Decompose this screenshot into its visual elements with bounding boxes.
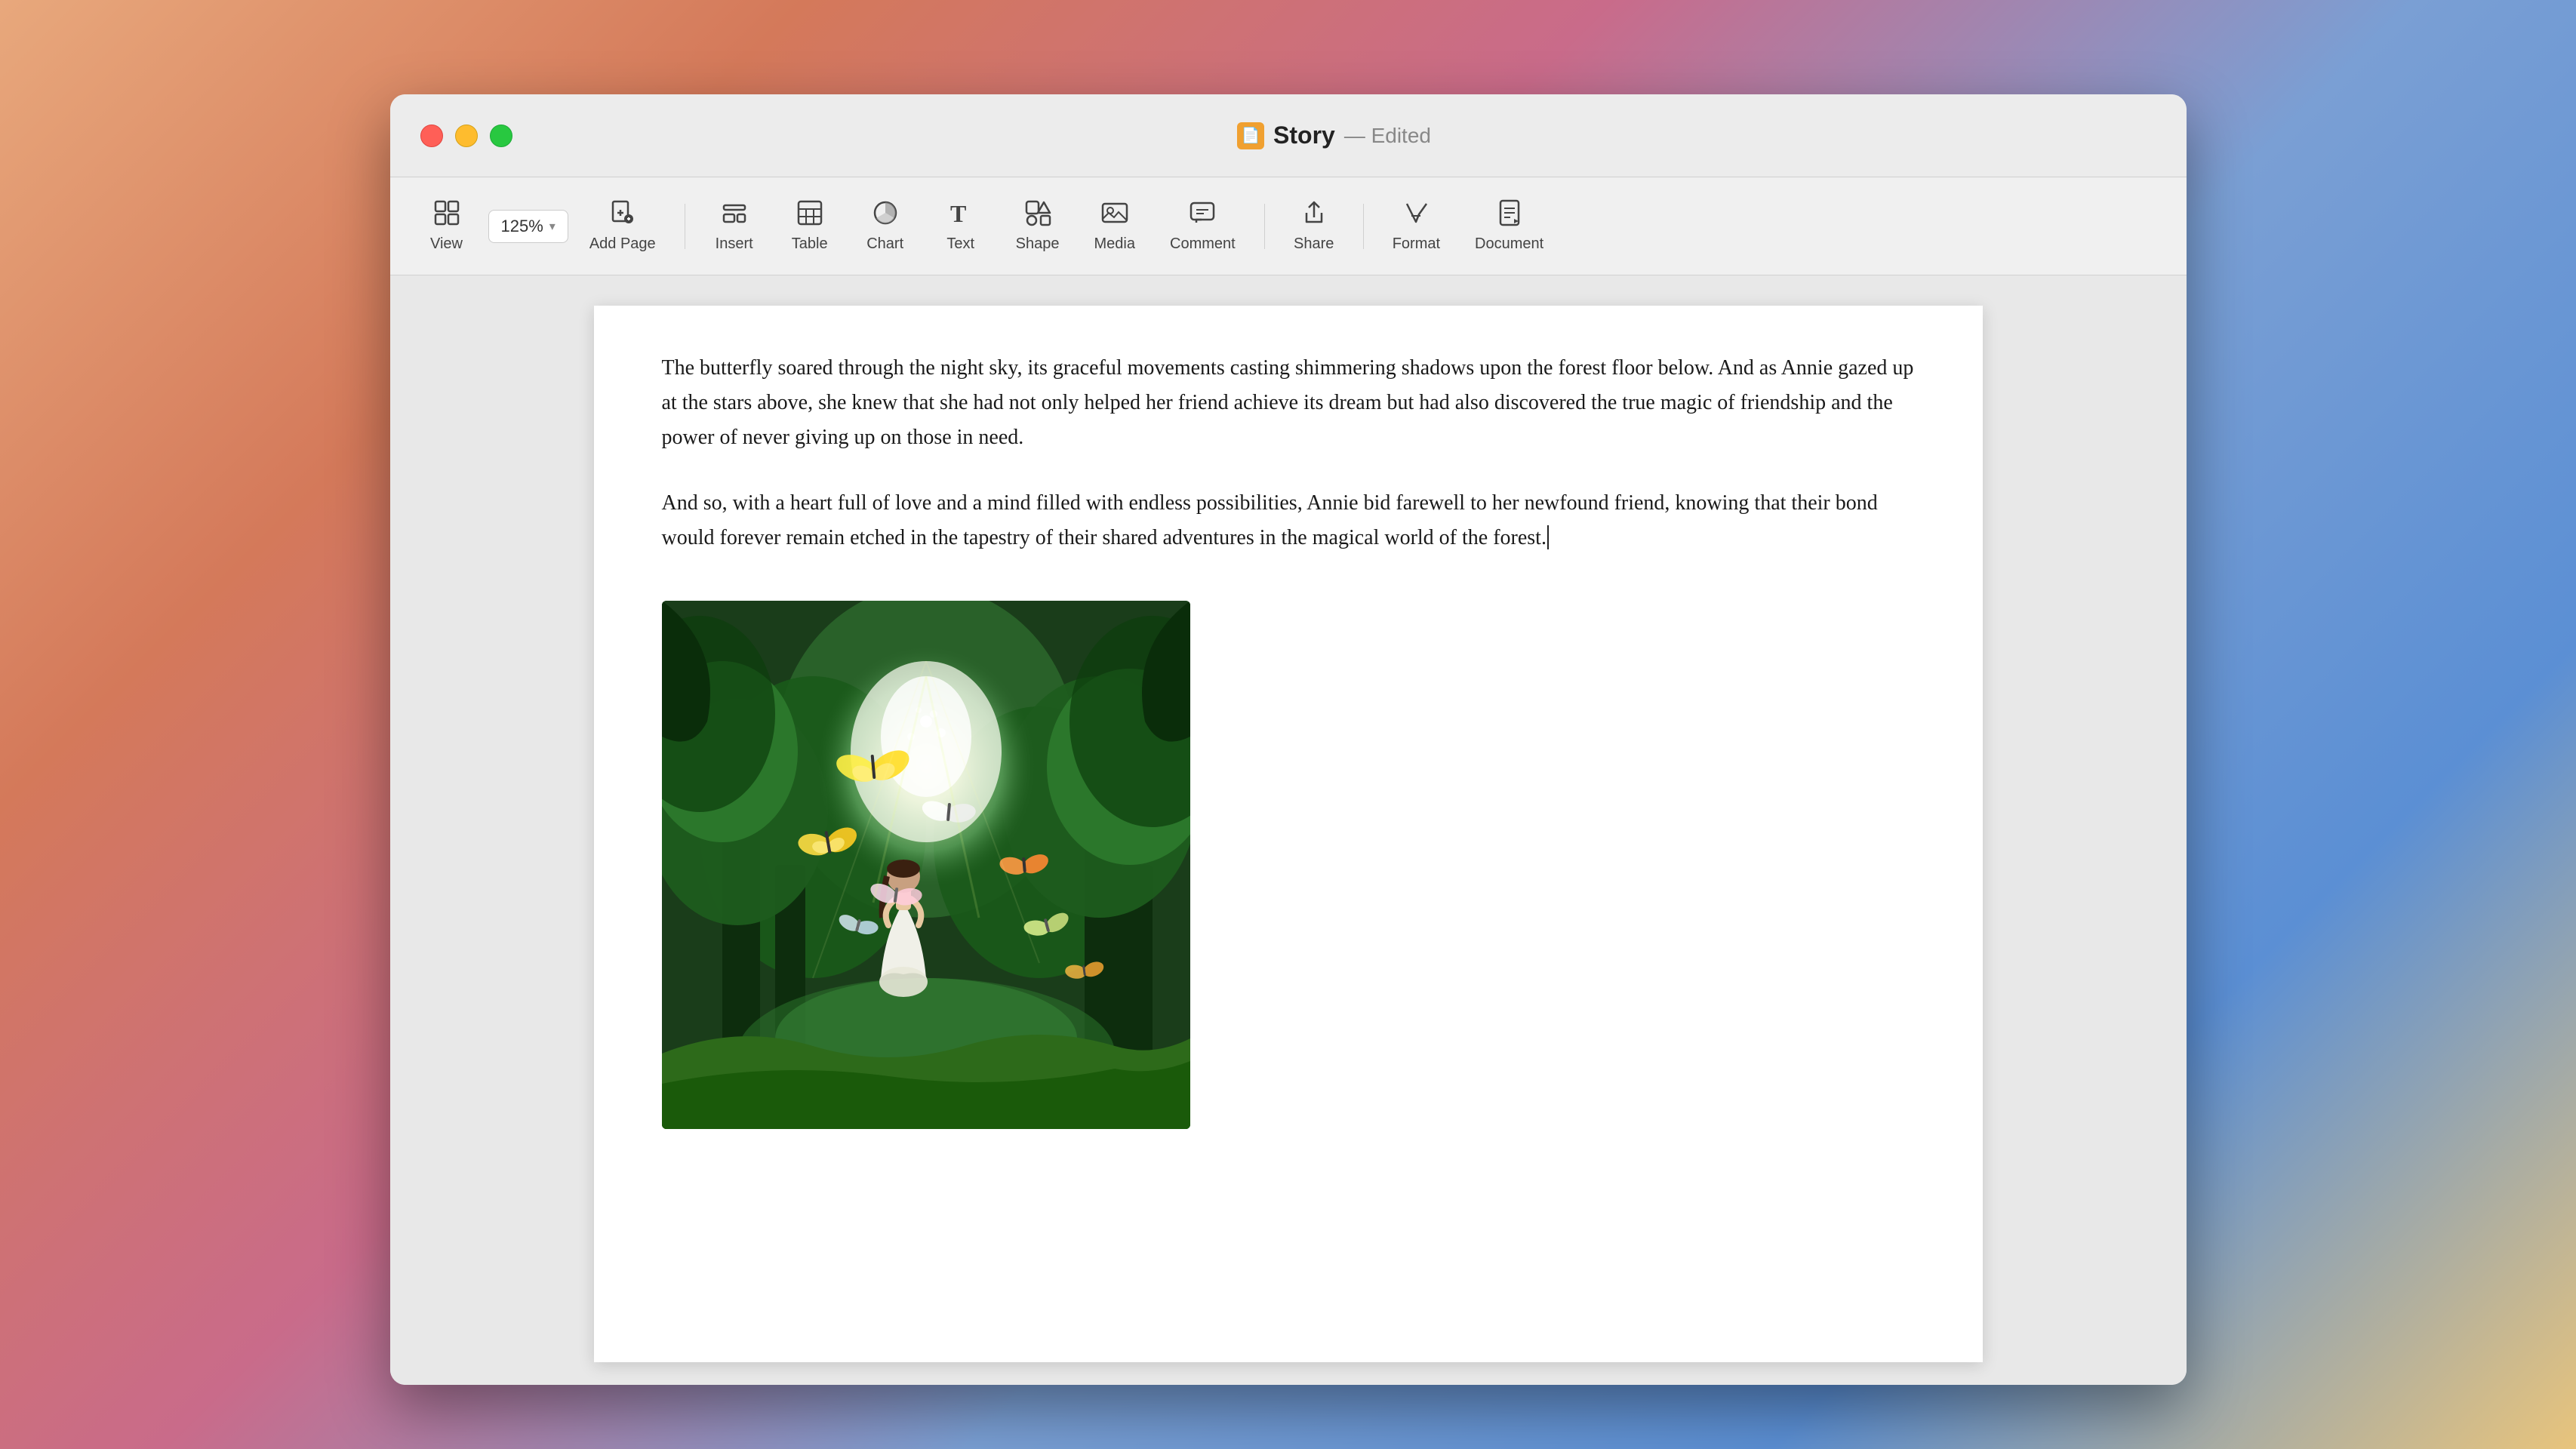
toolbar-text[interactable]: T Text [927,192,995,260]
chart-icon [872,199,899,231]
paragraph-2[interactable]: And so, with a heart full of love and a … [662,486,1915,555]
divider-3 [1363,204,1364,249]
traffic-lights [420,125,512,147]
shape-label: Shape [1016,235,1060,253]
paragraph-1[interactable]: The butterfly soared through the night s… [662,351,1915,456]
share-icon [1300,199,1328,231]
text-label: Text [946,235,974,253]
comment-icon [1189,199,1216,231]
minimize-button[interactable] [455,125,478,147]
view-icon [433,199,460,231]
toolbar-chart[interactable]: Chart [851,192,919,260]
format-icon [1402,199,1430,231]
insert-icon [721,199,748,231]
story-image-container[interactable] [662,601,1190,1129]
zoom-control[interactable]: 125% ▾ [488,210,568,243]
media-icon [1101,199,1128,231]
toolbar-insert[interactable]: Insert [700,192,768,260]
zoom-dropdown-icon: ▾ [549,219,556,234]
fullscreen-button[interactable] [490,125,512,147]
document-label: Document [1475,235,1543,253]
add-page-icon [609,199,636,231]
title-area: 📄 Story — Edited [512,122,2156,149]
toolbar-media[interactable]: Media [1081,192,1149,260]
media-label: Media [1094,235,1135,253]
insert-label: Insert [716,235,753,253]
toolbar-share[interactable]: Share [1280,192,1348,260]
text-cursor [1547,525,1549,549]
format-label: Format [1393,235,1440,253]
toolbar-table[interactable]: Table [776,192,844,260]
toolbar-document[interactable]: Document [1461,192,1557,260]
toolbar-comment[interactable]: Comment [1156,192,1249,260]
comment-label: Comment [1170,235,1236,253]
document-page[interactable]: The butterfly soared through the night s… [594,306,1983,1362]
table-label: Table [792,235,828,253]
document-title: Story [1273,122,1335,149]
toolbar-format[interactable]: Format [1379,192,1454,260]
document-toolbar-icon [1496,199,1523,231]
chart-label: Chart [866,235,903,253]
document-icon: 📄 [1237,122,1264,149]
edited-status: — Edited [1344,124,1431,148]
svg-text:T: T [950,200,966,226]
toolbar-view[interactable]: View [413,192,481,260]
add-page-label: Add Page [589,235,656,253]
application-window: 📄 Story — Edited View 125% ▾ [390,94,2187,1385]
toolbar-shape[interactable]: Shape [1002,192,1073,260]
toolbar-add-page[interactable]: Add Page [576,192,669,260]
close-button[interactable] [420,125,443,147]
content-area[interactable]: The butterfly soared through the night s… [390,275,2187,1385]
story-image [662,601,1190,1129]
view-label: View [430,235,463,253]
toolbar: View 125% ▾ Add Page [390,177,2187,275]
divider-2 [1264,204,1265,249]
share-label: Share [1294,235,1334,253]
text-icon: T [947,199,974,231]
shape-icon [1024,199,1051,231]
titlebar: 📄 Story — Edited [390,94,2187,177]
table-icon [796,199,823,231]
zoom-value: 125% [501,217,543,236]
